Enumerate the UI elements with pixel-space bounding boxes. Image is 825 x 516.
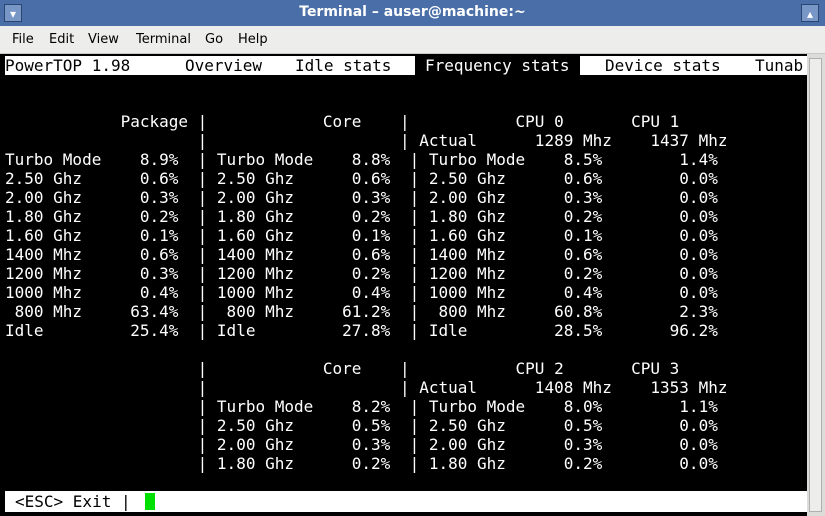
stats-line: | 1.80 Ghz 0.2% | 1.80 Ghz 0.2% 0.0% xyxy=(5,454,718,473)
stats-line: 800 Mhz 63.4% | 800 Mhz 61.2% | 800 Mhz … xyxy=(5,302,718,321)
stats-line: 2.00 Ghz 0.3% | 2.00 Ghz 0.3% | 2.00 Ghz… xyxy=(5,188,718,207)
stats-line: Idle 25.4% | Idle 27.8% | Idle 28.5% 96.… xyxy=(5,321,718,340)
stats-line: 1200 Mhz 0.3% | 1200 Mhz 0.2% | 1200 Mhz… xyxy=(5,264,718,283)
stats-line: | 2.50 Ghz 0.5% | 2.50 Ghz 0.5% 0.0% xyxy=(5,416,718,435)
stats-line: Package | Core | CPU 0 CPU 1 xyxy=(5,112,680,131)
stats-line: 1400 Mhz 0.6% | 1400 Mhz 0.6% | 1400 Mhz… xyxy=(5,245,718,264)
menu-help[interactable]: Help xyxy=(238,32,268,47)
scrollbar-thumb[interactable] xyxy=(809,58,822,512)
menu-go[interactable]: Go xyxy=(205,32,223,47)
stats-line: 2.50 Ghz 0.6% | 2.50 Ghz 0.6% | 2.50 Ghz… xyxy=(5,169,718,188)
tab-overview[interactable]: Overview xyxy=(185,56,262,75)
window-titlebar: ▾ Terminal – auser@machine:~ ▴ xyxy=(0,0,825,26)
powertop-tab-bar: PowerTOP 1.98 Overview Idle stats Freque… xyxy=(5,56,807,75)
stats-line: | 2.00 Ghz 0.3% | 2.00 Ghz 0.3% 0.0% xyxy=(5,435,718,454)
tab-tunables[interactable]: Tunab xyxy=(755,56,803,75)
menu-terminal[interactable]: Terminal xyxy=(136,32,191,47)
tab-device-stats[interactable]: Device stats xyxy=(605,56,721,75)
stats-line: | Core | CPU 2 CPU 3 xyxy=(5,359,680,378)
app-title: PowerTOP 1.98 xyxy=(5,56,131,75)
terminal-cursor xyxy=(145,493,155,510)
stats-line: | | Actual 1408 Mhz 1353 Mhz xyxy=(5,378,728,397)
stats-line: 1000 Mhz 0.4% | 1000 Mhz 0.4% | 1000 Mhz… xyxy=(5,283,718,302)
stats-line: | Turbo Mode 8.2% | Turbo Mode 8.0% 1.1% xyxy=(5,397,718,416)
exit-hint[interactable]: <ESC> Exit | xyxy=(15,492,131,511)
menu-view[interactable]: View xyxy=(88,32,119,47)
stats-line: Turbo Mode 8.9% | Turbo Mode 8.8% | Turb… xyxy=(5,150,718,169)
menubar: File Edit View Terminal Go Help xyxy=(0,26,825,54)
stats-line: 1.60 Ghz 0.1% | 1.60 Ghz 0.1% | 1.60 Ghz… xyxy=(5,226,718,245)
menu-edit[interactable]: Edit xyxy=(49,32,74,47)
window-title: Terminal – auser@machine:~ xyxy=(299,4,526,20)
menu-file[interactable]: File xyxy=(12,32,34,47)
stats-line: 1.80 Ghz 0.2% | 1.80 Ghz 0.2% | 1.80 Ghz… xyxy=(5,207,718,226)
stats-line: | | Actual 1289 Mhz 1437 Mhz xyxy=(5,131,728,150)
tab-idle-stats[interactable]: Idle stats xyxy=(295,56,391,75)
tab-frequency-stats[interactable]: Frequency stats xyxy=(415,56,580,75)
terminal-scrollbar[interactable] xyxy=(807,54,825,516)
maximize-icon[interactable]: ▴ xyxy=(801,4,819,22)
powertop-status-bar: <ESC> Exit | xyxy=(5,491,807,512)
